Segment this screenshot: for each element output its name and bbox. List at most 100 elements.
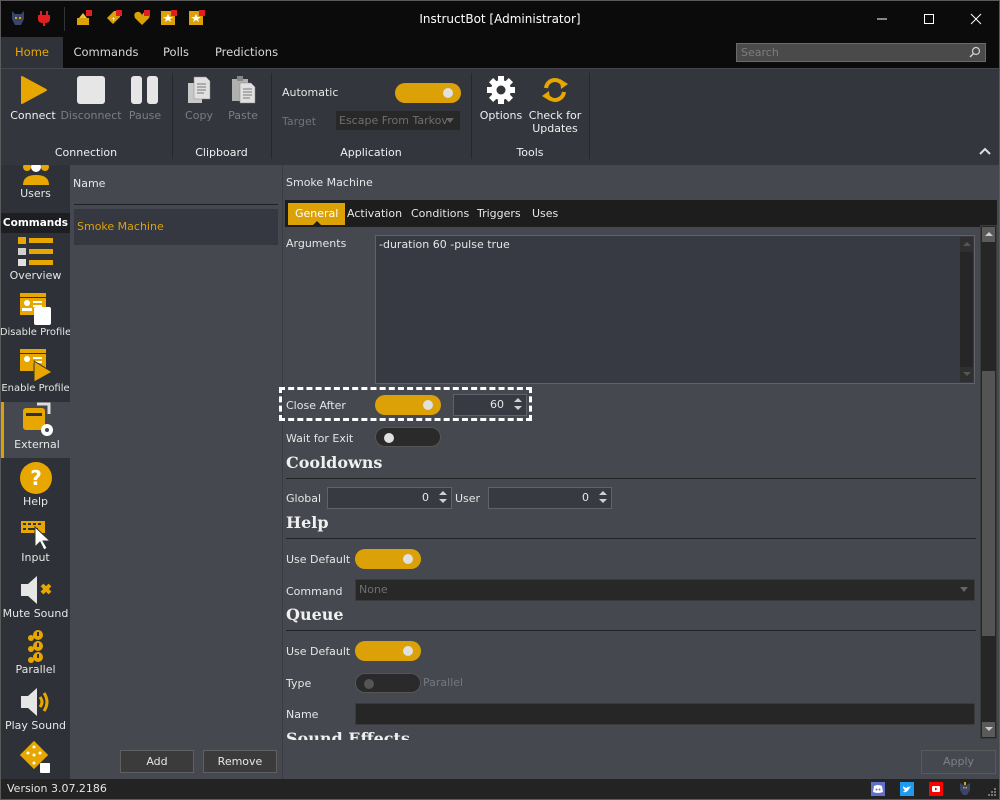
nav-item-overview[interactable]: Overview <box>1 235 70 287</box>
paste-icon <box>232 76 256 104</box>
automatic-toggle[interactable] <box>395 83 461 103</box>
help-use-default-toggle[interactable] <box>355 549 421 569</box>
dice-icon <box>19 741 50 773</box>
add-button[interactable]: Add <box>120 750 194 773</box>
help-heading: Help <box>286 513 329 532</box>
minimize-button[interactable] <box>859 1 905 37</box>
paste-button[interactable]: Paste <box>224 75 262 122</box>
chevron-down-icon <box>960 587 968 592</box>
name-column-header[interactable]: Name <box>73 177 105 190</box>
help-command-select[interactable]: None <box>355 579 975 601</box>
queue-name-input[interactable] <box>355 703 975 725</box>
divider <box>286 538 976 539</box>
arguments-label: Arguments <box>286 237 347 250</box>
wait-for-exit-toggle[interactable] <box>375 427 441 447</box>
minimize-icon <box>877 18 887 20</box>
scroll-up-button[interactable] <box>982 227 995 242</box>
nav-item-help[interactable]: ? Help <box>1 461 70 513</box>
global-cooldown-input[interactable]: 0 <box>327 487 452 509</box>
nav-item-label: Input <box>21 551 50 564</box>
user-cooldown-input[interactable]: 0 <box>488 487 612 509</box>
spin-arrows-icon[interactable] <box>439 491 447 503</box>
nav-item-label: Help <box>22 495 49 508</box>
nav-item-users[interactable]: Users <box>1 165 70 207</box>
disconnect-button[interactable]: Disconnect <box>60 75 122 122</box>
twitter-icon[interactable] <box>900 782 914 796</box>
search-icon[interactable] <box>969 46 981 58</box>
nav-item-label: Users <box>20 187 51 200</box>
global-cooldown-label: Global <box>286 492 322 505</box>
search-input[interactable]: Search <box>736 43 986 62</box>
queue-type-label: Type <box>286 677 312 690</box>
nav-item-label: Parallel <box>15 663 56 676</box>
divider <box>286 630 976 631</box>
resize-grip-icon[interactable] <box>988 788 996 796</box>
close-after-input[interactable]: 60 <box>453 394 527 416</box>
nav-item-enable-profile[interactable]: Enable Profile <box>1 347 70 401</box>
tab-predictions[interactable]: Predictions <box>209 37 284 68</box>
paste-label: Paste <box>228 109 258 122</box>
options-button[interactable]: Options <box>479 75 523 122</box>
tab-conditions[interactable]: Conditions <box>404 203 476 225</box>
queue-heading: Queue <box>286 605 344 624</box>
discord-icon[interactable] <box>871 782 885 796</box>
check-updates-button[interactable]: Check for Updates <box>527 75 583 135</box>
youtube-icon[interactable] <box>929 782 943 796</box>
nav-item-mute-sound[interactable]: Mute Sound <box>1 573 70 625</box>
target-select[interactable]: Escape From Tarkov <box>336 111 460 130</box>
close-button[interactable] <box>953 1 999 37</box>
users-icon <box>22 165 49 185</box>
tab-activation[interactable]: Activation <box>340 203 409 225</box>
parallel-icon <box>27 630 43 663</box>
gear-icon <box>487 76 515 104</box>
clip-region: Sound Effects <box>283 729 978 740</box>
list-item[interactable]: Smoke Machine <box>74 209 278 245</box>
search-placeholder: Search <box>741 46 779 59</box>
tab-polls[interactable]: Polls <box>151 37 201 68</box>
ribbon: Connect Disconnect Pause Connection Copy… <box>1 68 999 165</box>
apply-button[interactable]: Apply <box>921 750 996 774</box>
pause-button[interactable]: Pause <box>125 75 165 122</box>
tab-triggers[interactable]: Triggers <box>470 203 528 225</box>
commands-section-header: Commands <box>1 213 70 233</box>
scroll-up-button[interactable] <box>960 237 973 252</box>
remove-button[interactable]: Remove <box>203 750 277 773</box>
close-after-toggle[interactable] <box>375 395 441 415</box>
tab-general[interactable]: General <box>288 203 346 226</box>
nav-item-random[interactable] <box>1 741 70 779</box>
scrollbar-thumb[interactable] <box>982 371 995 636</box>
maximize-button[interactable] <box>906 1 952 37</box>
user-cooldown-value: 0 <box>582 491 589 504</box>
nav-item-label: Enable Profile <box>1 383 70 394</box>
collapse-ribbon-icon[interactable] <box>979 147 991 155</box>
tab-home[interactable]: Home <box>1 37 63 68</box>
clipboard-group-label: Clipboard <box>195 146 248 159</box>
nav-item-external[interactable]: External <box>1 402 70 458</box>
queue-use-default-toggle[interactable] <box>355 641 421 661</box>
bot-logo-icon[interactable] <box>958 782 972 796</box>
detail-scrollbar[interactable] <box>980 225 997 739</box>
connect-button[interactable]: Connect <box>9 75 57 122</box>
detail-tabs: General Activation Conditions Triggers U… <box>285 200 997 227</box>
divider <box>74 204 278 205</box>
nav-item-disable-profile[interactable]: Disable Profile <box>1 291 70 345</box>
toggle-knob <box>403 554 413 564</box>
queue-use-default-label: Use Default <box>286 645 351 658</box>
nav-item-input[interactable]: Input <box>1 517 70 569</box>
nav-item-parallel[interactable]: Parallel <box>1 629 70 681</box>
copy-icon <box>188 76 211 103</box>
copy-button[interactable]: Copy <box>181 75 217 122</box>
arguments-scrollbar[interactable] <box>960 237 973 382</box>
nav-item-play-sound[interactable]: Play Sound <box>1 685 70 737</box>
queue-type-toggle[interactable] <box>355 673 421 693</box>
check-updates-label: Check for Updates <box>528 109 582 135</box>
spin-arrows-icon[interactable] <box>514 398 522 410</box>
scroll-down-button[interactable] <box>960 367 973 382</box>
global-cooldown-value: 0 <box>422 491 429 504</box>
arguments-input[interactable]: -duration 60 -pulse true <box>375 235 975 384</box>
tab-commands[interactable]: Commands <box>67 37 145 68</box>
tab-uses[interactable]: Uses <box>525 203 565 225</box>
toggle-knob <box>364 679 374 689</box>
spin-arrows-icon[interactable] <box>599 491 607 503</box>
scroll-down-button[interactable] <box>982 722 995 737</box>
